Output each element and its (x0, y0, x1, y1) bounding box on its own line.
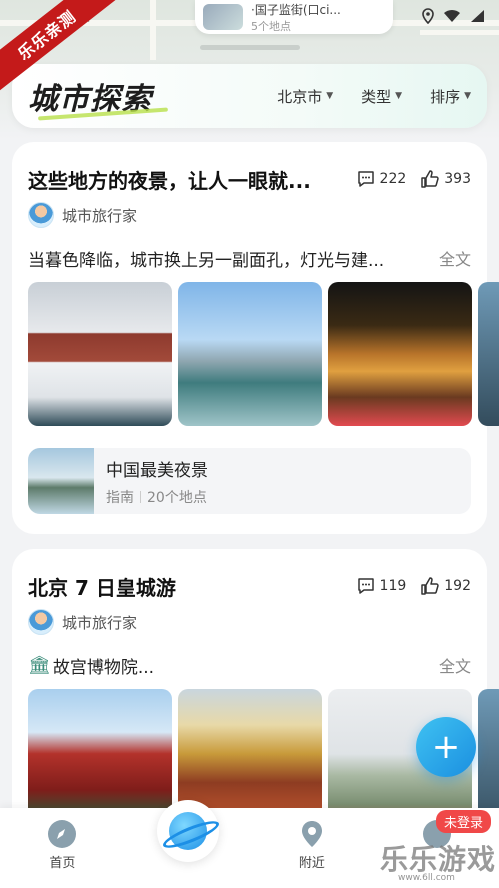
filter-city-label: 北京市 (277, 87, 323, 106)
filter-city[interactable]: 北京市 ▼ (277, 86, 333, 107)
photo-city-skyline[interactable] (178, 282, 322, 426)
guide-count: 20个地点 (147, 489, 207, 506)
planet-icon (169, 812, 207, 850)
map-road (150, 0, 156, 60)
photo-more[interactable] (478, 282, 499, 426)
comment-icon (357, 171, 374, 187)
app-logo: 城市探索 (28, 74, 152, 118)
filter-type-label: 类型 (361, 87, 392, 106)
nav-home-label: 首页 (49, 856, 76, 871)
location-title: ·国子监街(口ci... (251, 2, 341, 17)
read-more-link[interactable]: 全文 (439, 246, 471, 270)
post-card[interactable]: 北京 7 日皇城游 119 192 城市旅行家 🏛 故宫博物院... 全文 (12, 549, 499, 849)
signal-icon (469, 9, 485, 27)
login-badge[interactable]: 未登录 (436, 810, 492, 833)
caret-down-icon: ▼ (395, 91, 403, 101)
map-road (420, 30, 499, 35)
post-title: 北京 7 日皇城游 (28, 575, 176, 600)
comment-count-value: 119 (379, 578, 407, 594)
like-count[interactable]: 393 (420, 169, 471, 189)
post-description: 故宫博物院... (52, 657, 155, 678)
photo-night-palace[interactable] (328, 282, 472, 426)
watermark: 乐乐游戏 (380, 843, 497, 876)
location-pin-icon (298, 820, 326, 848)
compass-icon (48, 820, 77, 848)
like-count-value: 393 (444, 171, 471, 187)
comment-count[interactable]: 119 (356, 576, 407, 596)
comment-count-value: 222 (379, 171, 407, 187)
filter-type[interactable]: 类型 ▼ (361, 86, 402, 107)
comment-icon (357, 578, 374, 594)
guide-card[interactable]: 中国最美夜景 指南 20个地点 (28, 448, 471, 514)
location-pin-icon (421, 8, 435, 28)
header-bar: 城市探索 北京市 ▼ 类型 ▼ 排序 ▼ (12, 64, 487, 128)
drag-handle[interactable] (200, 45, 300, 50)
filter-sort[interactable]: 排序 ▼ (430, 86, 471, 107)
author-row[interactable]: 城市旅行家 (28, 609, 471, 635)
post-title: 这些地方的夜景，让人一眼就... (28, 168, 311, 193)
status-bar (421, 8, 485, 28)
photo-snow-palace[interactable] (28, 282, 172, 426)
avatar (28, 202, 54, 228)
comment-count[interactable]: 222 (356, 169, 407, 189)
explore-button[interactable] (157, 800, 219, 862)
location-count: 5个地点 (251, 19, 291, 33)
post-card[interactable]: 这些地方的夜景，让人一眼就... 222 393 城市旅行家 当暮色降临，城市换… (12, 142, 499, 534)
author-row[interactable]: 城市旅行家 (28, 202, 471, 228)
guide-type: 指南 (106, 489, 134, 506)
guide-title: 中国最美夜景 (106, 460, 208, 481)
location-thumbnail (203, 4, 243, 30)
like-count[interactable]: 192 (420, 576, 471, 596)
watermark-url: www.6ll.com (398, 873, 455, 883)
avatar (28, 609, 54, 635)
nav-nearby[interactable]: 附近 (272, 820, 352, 871)
map-location-card[interactable]: ·国子监街(口ci... 5个地点 (195, 0, 393, 34)
filter-bar: 北京市 ▼ 类型 ▼ 排序 ▼ (277, 86, 471, 107)
author-name: 城市旅行家 (62, 206, 138, 225)
guide-thumbnail (28, 448, 94, 514)
like-count-value: 192 (444, 578, 471, 594)
thumbs-up-icon (421, 577, 439, 595)
museum-icon: 🏛 (28, 654, 51, 676)
caret-down-icon: ▼ (464, 91, 471, 101)
read-more-link[interactable]: 全文 (439, 653, 471, 677)
caret-down-icon: ▼ (326, 91, 334, 101)
wifi-icon (443, 9, 461, 27)
thumbs-up-icon (421, 170, 439, 188)
nav-nearby-label: 附近 (298, 856, 325, 871)
photo-strip[interactable] (28, 282, 499, 426)
filter-sort-label: 排序 (430, 87, 461, 106)
divider (140, 490, 141, 503)
nav-home[interactable]: 首页 (22, 820, 102, 871)
post-description: 当暮色降临，城市换上另一副面孔，灯光与建... (28, 250, 385, 271)
add-post-button[interactable]: + (416, 717, 476, 777)
author-name: 城市旅行家 (62, 613, 138, 632)
